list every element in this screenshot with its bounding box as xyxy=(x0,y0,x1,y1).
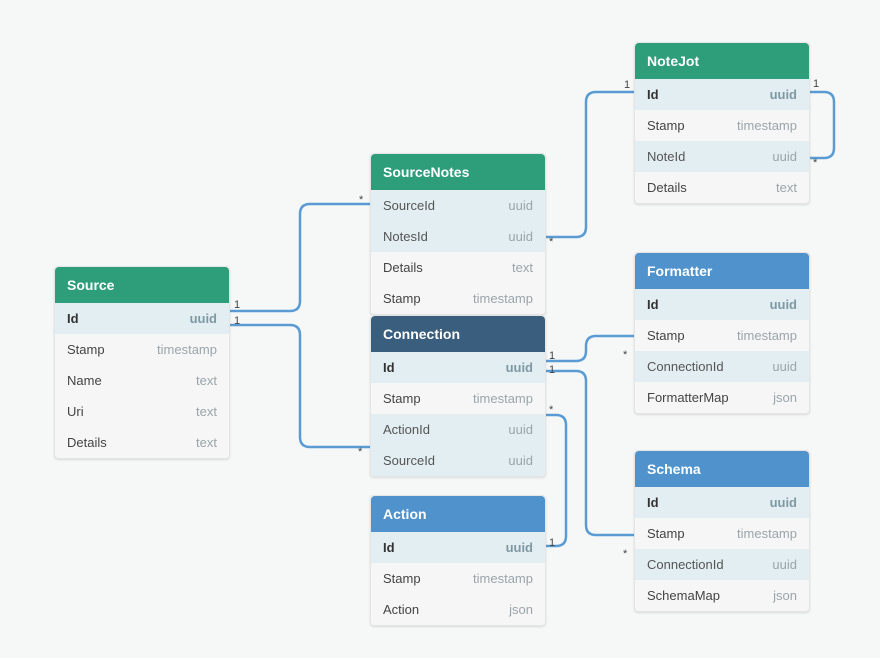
cardinality-one: 1 xyxy=(813,78,819,90)
entity-connection: Connection Iduuid Stamptimestamp ActionI… xyxy=(370,315,546,477)
field-action-id: Iduuid xyxy=(371,532,545,563)
entity-connection-header: Connection xyxy=(371,316,545,352)
field-action-stamp: Stamptimestamp xyxy=(371,563,545,594)
cardinality-many: * xyxy=(358,446,362,458)
cardinality-many: * xyxy=(359,194,363,206)
field-notejot-details: Detailstext xyxy=(635,172,809,203)
field-connection-stamp: Stamptimestamp xyxy=(371,383,545,414)
field-sourcenotes-stamp: Stamptimestamp xyxy=(371,283,545,314)
entity-sourcenotes-header: SourceNotes xyxy=(371,154,545,190)
field-formatter-stamp: Stamptimestamp xyxy=(635,320,809,351)
cardinality-one: 1 xyxy=(549,537,555,549)
field-sourcenotes-details: Detailstext xyxy=(371,252,545,283)
cardinality-one: 1 xyxy=(234,315,240,327)
field-formatter-connectionid: ConnectionIduuid xyxy=(635,351,809,382)
entity-schema: Schema Iduuid Stamptimestamp ConnectionI… xyxy=(634,450,810,612)
field-connection-actionid: ActionIduuid xyxy=(371,414,545,445)
field-source-uri: Uritext xyxy=(55,396,229,427)
field-sourcenotes-sourceid: SourceIduuid xyxy=(371,190,545,221)
entity-notejot-header: NoteJot xyxy=(635,43,809,79)
entity-sourcenotes: SourceNotes SourceIduuid NotesIduuid Det… xyxy=(370,153,546,315)
field-schema-connectionid: ConnectionIduuid xyxy=(635,549,809,580)
entity-source: Source Iduuid Stamptimestamp Nametext Ur… xyxy=(54,266,230,459)
field-connection-sourceid: SourceIduuid xyxy=(371,445,545,476)
cardinality-many: * xyxy=(549,236,553,248)
field-connection-id: Iduuid xyxy=(371,352,545,383)
cardinality-one: 1 xyxy=(549,350,555,362)
field-source-stamp: Stamptimestamp xyxy=(55,334,229,365)
field-schema-id: Iduuid xyxy=(635,487,809,518)
entity-schema-header: Schema xyxy=(635,451,809,487)
cardinality-many: * xyxy=(549,404,553,416)
entity-formatter-header: Formatter xyxy=(635,253,809,289)
field-schema-stamp: Stamptimestamp xyxy=(635,518,809,549)
field-source-details: Detailstext xyxy=(55,427,229,458)
field-source-name: Nametext xyxy=(55,365,229,396)
field-formatter-id: Iduuid xyxy=(635,289,809,320)
field-action-action: Actionjson xyxy=(371,594,545,625)
entity-source-header: Source xyxy=(55,267,229,303)
field-schema-schemamap: SchemaMapjson xyxy=(635,580,809,611)
cardinality-many: * xyxy=(623,548,627,560)
field-notejot-stamp: Stamptimestamp xyxy=(635,110,809,141)
entity-notejot: NoteJot Iduuid Stamptimestamp NoteIduuid… xyxy=(634,42,810,204)
cardinality-many: * xyxy=(623,349,627,361)
field-notejot-id: Iduuid xyxy=(635,79,809,110)
field-source-id: Iduuid xyxy=(55,303,229,334)
entity-action-header: Action xyxy=(371,496,545,532)
cardinality-one: 1 xyxy=(234,299,240,311)
field-notejot-noteid: NoteIduuid xyxy=(635,141,809,172)
field-formatter-formattermap: FormatterMapjson xyxy=(635,382,809,413)
cardinality-one: 1 xyxy=(624,79,630,91)
field-sourcenotes-notesid: NotesIduuid xyxy=(371,221,545,252)
entity-action: Action Iduuid Stamptimestamp Actionjson xyxy=(370,495,546,626)
cardinality-many: * xyxy=(813,157,817,169)
cardinality-one: 1 xyxy=(549,364,555,376)
entity-formatter: Formatter Iduuid Stamptimestamp Connecti… xyxy=(634,252,810,414)
